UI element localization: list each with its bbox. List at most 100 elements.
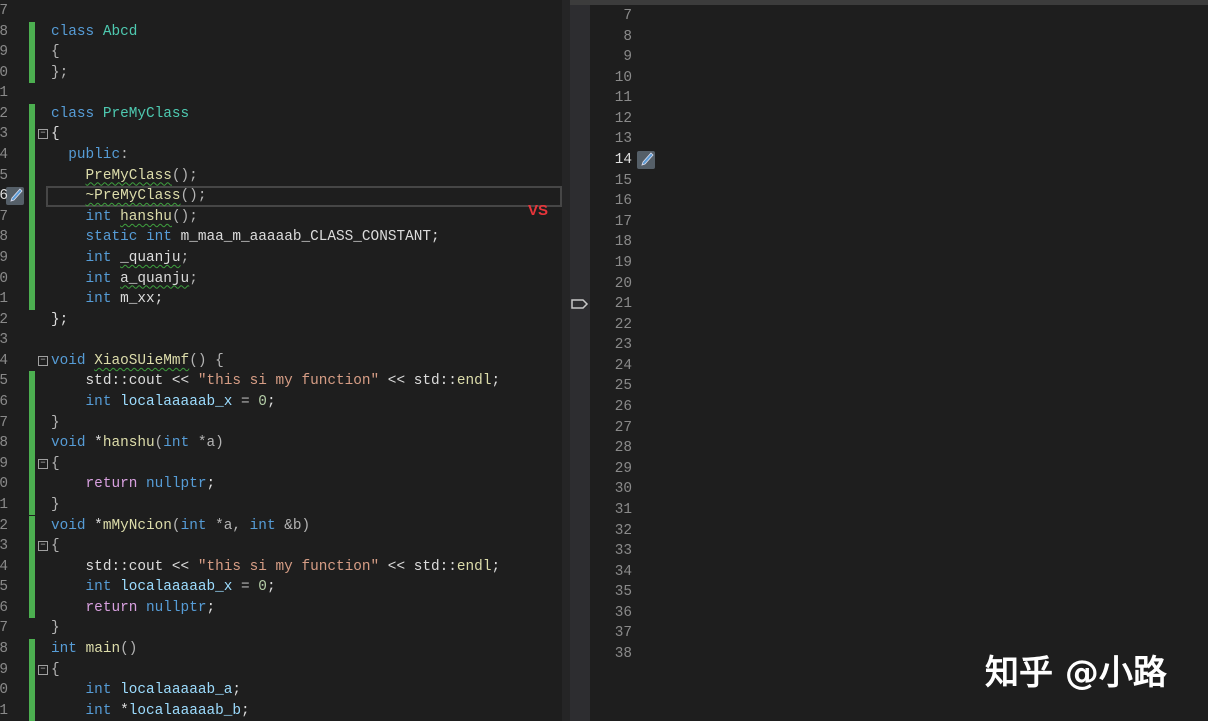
code-line[interactable]: 36int &localaaaaab_c = localaaaaab_a; — [570, 603, 1208, 624]
code-line[interactable]: 26return nullptr; — [570, 397, 1208, 418]
code-line[interactable]: 40int localaaaaab_a; — [0, 680, 562, 701]
code-line[interactable]: 37} — [570, 623, 1208, 644]
code-line[interactable]: 32} — [570, 521, 1208, 542]
code-line[interactable]: 12PreMyClass(); — [570, 109, 1208, 130]
code-line[interactable]: 16~PreMyClass(); — [0, 186, 562, 207]
code-line[interactable]: 18int m_xx; — [570, 232, 1208, 253]
added-change-bar — [29, 557, 35, 578]
line-number: 17 — [0, 207, 8, 228]
code-line[interactable]: 9{ — [0, 42, 562, 63]
tab-bar[interactable] — [570, 0, 1208, 5]
code-line[interactable]: 20 — [570, 274, 1208, 295]
line-number: 27 — [590, 418, 632, 439]
code-line[interactable]: 24−void XiaoSUieMmf() { — [0, 351, 562, 372]
code-line[interactable]: 10−class PreMyClass { — [570, 68, 1208, 89]
code-line[interactable]: 17int a_quanju; — [570, 212, 1208, 233]
code-line[interactable]: 8class Abcd — [0, 22, 562, 43]
collapse-toggle-icon[interactable]: − — [38, 541, 48, 551]
code-line[interactable]: 16int _quanju; — [570, 191, 1208, 212]
collapse-toggle-icon[interactable]: − — [38, 459, 48, 469]
code-line[interactable]: 27} — [0, 413, 562, 434]
code-line[interactable]: 25−void *hanshu(int *a) { — [570, 376, 1208, 397]
code-line[interactable]: 12class PreMyClass — [0, 104, 562, 125]
added-change-bar — [29, 104, 35, 125]
code-token: (); — [181, 188, 207, 204]
code-line[interactable]: 30int localaaaaab_x = 0; — [570, 479, 1208, 500]
code-line[interactable]: 15static int m_maa_m_aaaaab_CLASS_CONSTA… — [570, 171, 1208, 192]
code-line[interactable]: 34 std::cout << "this si my function" << … — [0, 557, 562, 578]
code-token: int — [86, 209, 112, 225]
code-line[interactable]: 35int *localaaaaab_b; — [570, 582, 1208, 603]
code-token: m_maa_m_aaaaab_CLASS_CONSTANT; — [172, 229, 440, 245]
pane-splitter[interactable] — [562, 0, 570, 721]
code-line[interactable]: 34int localaaaaab_a; — [570, 562, 1208, 583]
collapse-toggle-icon[interactable]: − — [38, 665, 48, 675]
code-line[interactable]: 21int m_xx; — [0, 289, 562, 310]
code-token: ; — [181, 250, 190, 266]
code-line[interactable]: 36return nullptr; — [0, 598, 562, 619]
collapse-toggle-icon[interactable]: − — [38, 356, 48, 366]
code-line[interactable]: 22}; — [0, 310, 562, 331]
code-line[interactable]: 17int hanshu(); — [0, 207, 562, 228]
left-editor-pane[interactable]: 78class Abcd9{10};1112class PreMyClass13… — [0, 0, 562, 721]
code-line[interactable]: 41int *localaaaaab_b; — [0, 701, 562, 721]
code-line[interactable]: 30return nullptr; — [0, 474, 562, 495]
code-text: std::cout << "this si my function" << st… — [86, 557, 501, 578]
code-line[interactable]: 11 — [0, 83, 562, 104]
code-line[interactable]: 24} — [570, 356, 1208, 377]
code-token — [111, 682, 120, 698]
code-line[interactable]: 23int localaaaaab_x = 0; — [570, 335, 1208, 356]
code-line[interactable]: 29−{ — [0, 454, 562, 475]
line-number: 24 — [590, 356, 632, 377]
code-line[interactable]: 28void *hanshu(int *a) — [0, 433, 562, 454]
line-number: 33 — [590, 541, 632, 562]
code-line[interactable]: 14int hanshu(); — [570, 150, 1208, 171]
code-line[interactable]: 13−{ — [0, 124, 562, 145]
added-change-bar — [29, 63, 35, 84]
code-line[interactable]: 11public: — [570, 88, 1208, 109]
code-line[interactable]: 26int localaaaaab_x = 0; — [0, 392, 562, 413]
code-line[interactable]: 9 — [570, 47, 1208, 68]
code-line[interactable]: 33−int main() { — [570, 541, 1208, 562]
workspace-marker-icon[interactable] — [570, 297, 590, 311]
line-number: 32 — [0, 516, 8, 537]
code-token — [111, 271, 120, 287]
right-editor-pane[interactable]: 78class Abcd {};910−class PreMyClass {11… — [570, 0, 1208, 721]
code-line[interactable]: 29std::cout << "this si my function" << … — [570, 459, 1208, 480]
code-line[interactable]: 22std::cout << "this si my function" << … — [570, 315, 1208, 336]
line-number: 34 — [0, 557, 8, 578]
code-line[interactable]: 32void *mMyNcion(int *a, int &b) — [0, 516, 562, 537]
code-line[interactable]: 33−{ — [0, 536, 562, 557]
code-line[interactable]: 13~PreMyClass(); — [570, 129, 1208, 150]
line-number: 35 — [590, 582, 632, 603]
code-line[interactable]: 39−{ — [0, 660, 562, 681]
code-line[interactable]: 19int _quanju; — [0, 248, 562, 269]
line-number: 28 — [590, 438, 632, 459]
added-change-bar — [29, 536, 35, 557]
collapse-toggle-icon[interactable]: − — [38, 129, 48, 139]
code-line[interactable]: 25std::cout << "this si my function" << … — [0, 371, 562, 392]
code-line[interactable]: 14public: — [0, 145, 562, 166]
code-line[interactable]: 37} — [0, 618, 562, 639]
code-token — [94, 24, 103, 40]
code-line[interactable]: 23 — [0, 330, 562, 351]
code-line[interactable]: 20int a_quanju; — [0, 269, 562, 290]
quick-actions-brush-icon[interactable] — [636, 150, 656, 170]
code-line[interactable]: 27} — [570, 418, 1208, 439]
code-line[interactable]: 15PreMyClass(); — [0, 166, 562, 187]
code-line[interactable]: 21−void XiaoSUieMmf() { — [570, 294, 1208, 315]
code-line[interactable]: 31} — [0, 495, 562, 516]
line-number: 18 — [590, 232, 632, 253]
code-line[interactable]: 35int localaaaaab_x = 0; — [0, 577, 562, 598]
code-line[interactable]: 18static int m_maa_m_aaaaab_CLASS_CONSTA… — [0, 227, 562, 248]
code-line[interactable]: 10}; — [0, 63, 562, 84]
code-line[interactable]: 7 — [570, 6, 1208, 27]
code-line[interactable]: 7 — [0, 1, 562, 22]
code-line[interactable]: 19}; — [570, 253, 1208, 274]
quick-actions-brush-icon[interactable] — [5, 186, 25, 206]
code-line[interactable]: 31return nullptr; — [570, 500, 1208, 521]
code-line[interactable]: 38int main() — [0, 639, 562, 660]
code-token: localaaaaab_b — [129, 703, 241, 719]
code-line[interactable]: 28−void *mMyNcion(int *a, int &b) { — [570, 438, 1208, 459]
code-line[interactable]: 8class Abcd {}; — [570, 27, 1208, 48]
